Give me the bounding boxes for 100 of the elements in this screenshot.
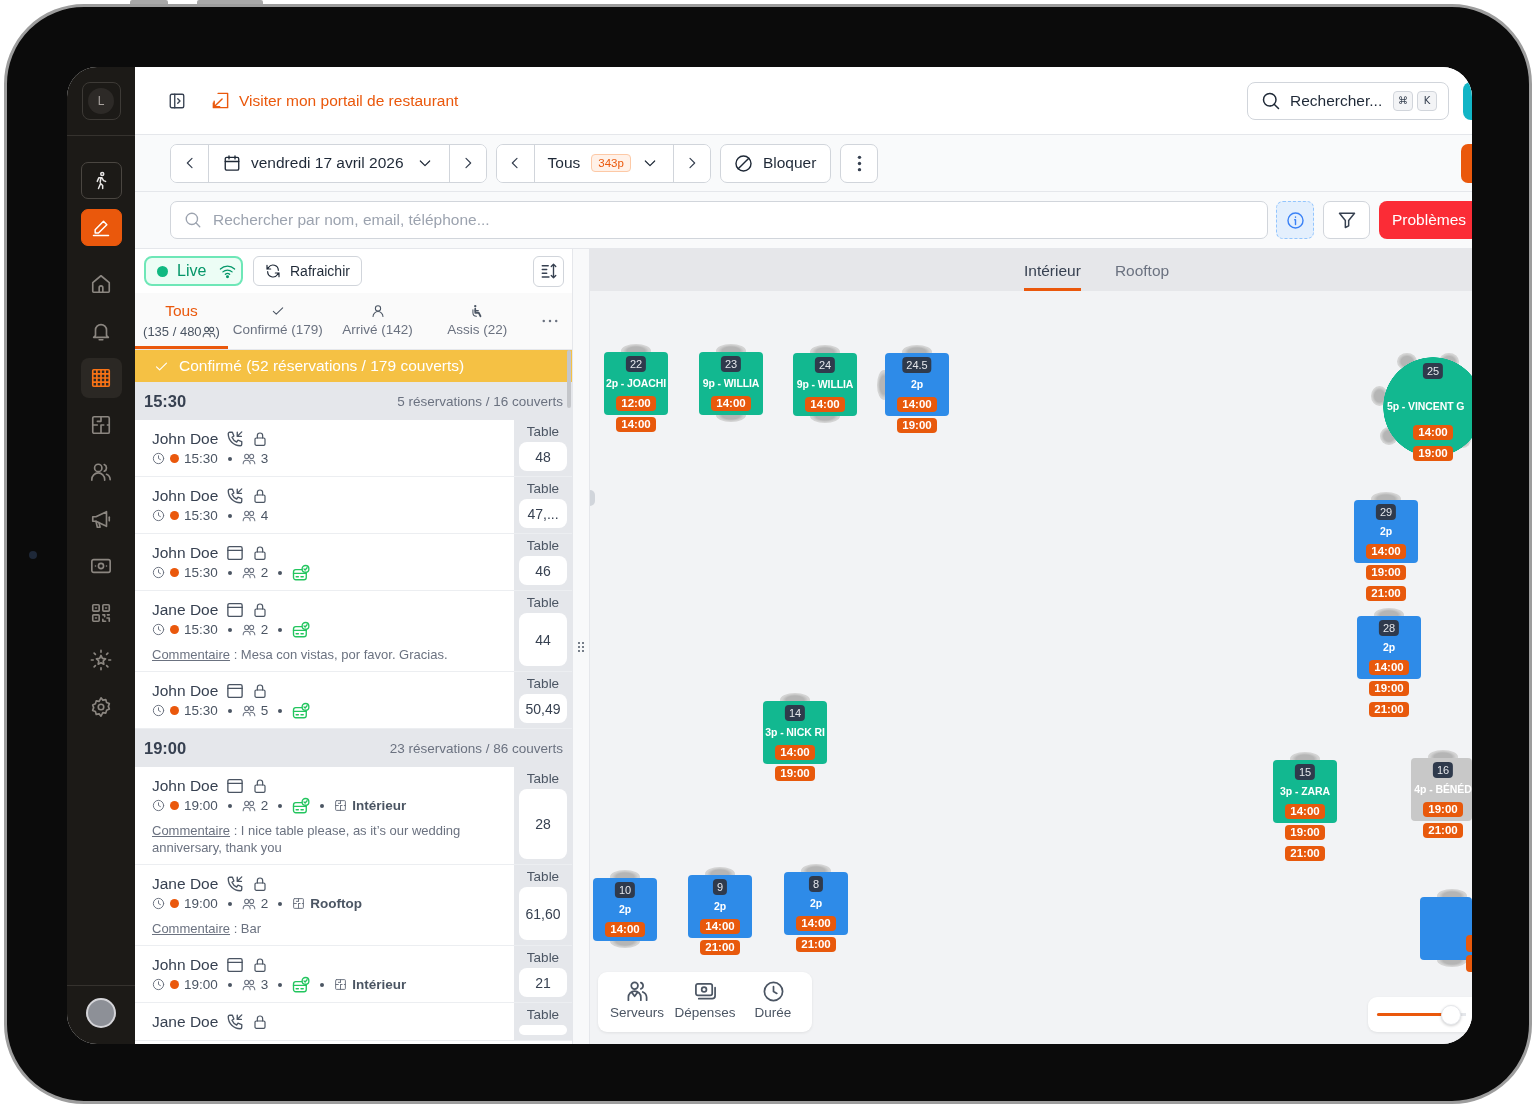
reservation-row[interactable]: John Doe 15:30 4 Table 47,... xyxy=(135,477,572,534)
phone-incoming-icon xyxy=(226,1013,245,1031)
sidebar-toggle-button[interactable] xyxy=(168,91,186,110)
comment-link[interactable]: Commentaire xyxy=(152,823,231,838)
table-guest-label: 2p xyxy=(1382,640,1396,654)
table-label: Table xyxy=(525,480,561,498)
table-number-box[interactable]: 61,60 xyxy=(519,887,567,940)
status-dot-icon xyxy=(170,625,179,634)
sparkle-icon xyxy=(90,649,112,671)
guest-name: Jane Doe xyxy=(152,601,219,619)
table-label: Table xyxy=(525,1006,561,1024)
filter-button[interactable] xyxy=(1323,201,1370,239)
search-field[interactable]: Rechercher par nom, email, téléphone... xyxy=(170,201,1268,239)
comment-link[interactable]: Commentaire xyxy=(152,921,231,936)
status-tab[interactable]: Assis (22) xyxy=(427,293,527,349)
table-number-box[interactable]: 44 xyxy=(519,613,567,666)
status-dot-icon xyxy=(170,568,179,577)
clock-icon xyxy=(152,704,165,717)
sidebar-action-button[interactable] xyxy=(80,209,122,246)
status-tab[interactable]: Arrivé (142) xyxy=(327,293,428,349)
reservation-time: 15:30 xyxy=(184,565,218,580)
sort-button[interactable] xyxy=(533,255,564,287)
reservation-row[interactable]: Jane Doe 19:00 2 Rooftop Commentaire : Bar Table 61,60 xyxy=(135,865,572,946)
guest-count: 3 xyxy=(260,977,269,992)
time-badge: 21:00 xyxy=(1423,823,1463,838)
tool-button[interactable]: Durée xyxy=(739,972,807,1032)
reservation-row[interactable]: Jane Doe 15:30 2 Commentaire : Mesa con vistas, por favor. Gracias. Table 44 xyxy=(135,591,572,672)
group-time: 19:00 xyxy=(144,738,187,758)
portal-link[interactable]: Visiter mon portail de restaurant xyxy=(211,91,459,110)
user-avatar[interactable] xyxy=(86,998,116,1028)
sidebar-action-button[interactable] xyxy=(80,162,122,199)
browser-window-icon xyxy=(226,601,245,619)
zoom-slider-thumb[interactable] xyxy=(1440,1004,1461,1025)
live-toggle[interactable]: Live xyxy=(144,256,243,286)
bullet-icon xyxy=(278,982,283,987)
status-dot-icon xyxy=(170,980,179,989)
time-badge: 14:00 xyxy=(1369,660,1409,675)
tool-button[interactable]: Serveurs xyxy=(603,972,671,1032)
floor-tab[interactable]: Rooftop xyxy=(1114,249,1170,291)
block-button[interactable]: Bloquer xyxy=(719,143,832,183)
table-number-badge: 29 xyxy=(1375,504,1397,520)
status-tab[interactable]: Confirmé (179) xyxy=(228,293,328,349)
bullet-icon xyxy=(227,982,232,987)
external-link-icon xyxy=(211,91,230,110)
browser-window-icon xyxy=(226,777,245,795)
calendar-icon xyxy=(223,154,241,172)
search-icon xyxy=(1261,90,1281,111)
guest-name: John Doe xyxy=(152,487,219,505)
people-icon xyxy=(241,565,256,580)
clock-icon xyxy=(761,980,785,1003)
info-button[interactable] xyxy=(1276,201,1314,239)
guest-name: John Doe xyxy=(152,777,219,795)
time-badge: 14:00 xyxy=(616,417,656,432)
clock-icon xyxy=(152,452,165,465)
table-number-box[interactable]: 28 xyxy=(519,789,567,859)
table-guest-label: 2p xyxy=(1379,524,1393,538)
comment-text: Commentaire : Mesa con vistas, por favor. Gracias. xyxy=(152,646,449,663)
floor-tab[interactable]: Intérieur xyxy=(1024,249,1081,291)
refresh-button[interactable]: Rafraichir xyxy=(253,256,362,286)
group-summary: 5 réservations / 16 couverts xyxy=(397,393,563,409)
guest-name: John Doe xyxy=(152,956,219,974)
people-icon xyxy=(241,896,256,911)
table-number-box[interactable]: 50,49 xyxy=(519,694,567,723)
table-guest-label: 2p xyxy=(809,896,823,910)
reservation-row[interactable]: John Doe 19:00 3 Intérieur Table 21 xyxy=(135,946,572,1003)
sidebar-nav-button[interactable] xyxy=(80,358,122,398)
time-badge xyxy=(1466,955,1472,972)
bullet-icon xyxy=(227,456,232,461)
table-number-box[interactable]: 48 xyxy=(519,442,567,471)
reservation-row[interactable]: John Doe 15:30 2 Table 46 xyxy=(135,534,572,591)
guest-count: 2 xyxy=(260,896,269,911)
guest-name: Jane Doe xyxy=(152,1013,219,1031)
time-badge: 19:00 xyxy=(1369,681,1409,696)
table-number-box[interactable]: 21 xyxy=(519,968,567,997)
reservation-row[interactable]: John Doe 19:00 2 Intérieur Commentaire : I nice table please, as it’s our wedding anniversary, thank you Table 28 xyxy=(135,767,572,865)
tool-button[interactable]: Dépenses xyxy=(671,972,739,1032)
collapse-handle[interactable] xyxy=(590,490,595,506)
people-icon xyxy=(241,798,256,813)
comment-text: Commentaire : I nice table please, as it’s our wedding anniversary, thank you xyxy=(152,822,462,856)
search-button[interactable]: Rechercher... ⌘ K xyxy=(1247,81,1449,120)
time-badge: 12:00 xyxy=(616,396,656,411)
reservation-row[interactable]: Jane Doe Table xyxy=(135,1003,572,1041)
clock-icon xyxy=(152,566,165,579)
toolbar-button[interactable] xyxy=(1461,143,1472,183)
table-number-box[interactable]: 46 xyxy=(519,556,567,585)
reservation-row[interactable]: John Doe 15:30 3 Table 48 xyxy=(135,420,572,477)
floor-plan-icon xyxy=(90,414,112,436)
status-dot-icon xyxy=(170,511,179,520)
reservation-row[interactable]: John Doe 15:30 5 Table 50,49 xyxy=(135,672,572,729)
account-button[interactable]: L xyxy=(81,82,121,120)
table-guest-label: 9p - WILLIA xyxy=(702,376,760,390)
table-number-box[interactable]: 47,... xyxy=(519,499,567,528)
time-badge: 14:00 xyxy=(605,922,645,937)
problems-button[interactable]: Problèmes xyxy=(1379,201,1472,239)
comment-link[interactable]: Commentaire xyxy=(152,647,231,662)
scrollbar-thumb[interactable] xyxy=(567,350,571,408)
time-badge: 21:00 xyxy=(700,940,740,955)
header-button[interactable] xyxy=(1463,81,1472,120)
table-label: Table xyxy=(525,949,561,967)
qr-code-icon xyxy=(90,602,112,624)
